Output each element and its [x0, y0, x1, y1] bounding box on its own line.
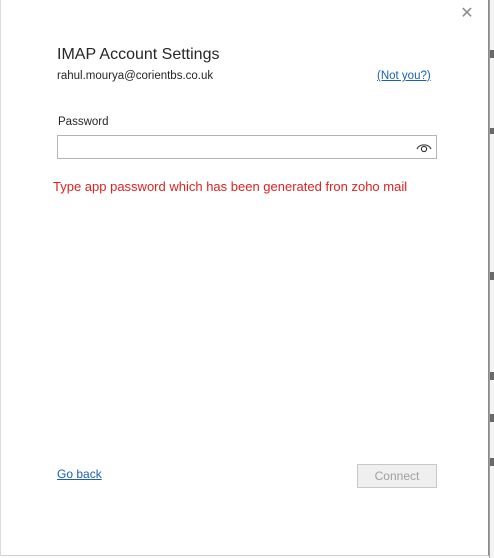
eye-icon — [416, 144, 432, 153]
connect-button[interactable]: Connect — [357, 464, 437, 488]
background-window-mark — [490, 372, 494, 380]
account-email: rahul.mourya@corientbs.co.uk — [57, 70, 214, 82]
background-window-mark — [490, 128, 494, 134]
not-you-link[interactable]: (Not you?) — [377, 70, 431, 82]
password-label: Password — [58, 116, 109, 128]
background-window-mark — [490, 272, 494, 280]
show-password-button[interactable] — [416, 140, 432, 154]
imap-settings-dialog: ✕ IMAP Account Settings rahul.mourya@cor… — [0, 0, 489, 556]
password-field-container — [57, 135, 437, 159]
go-back-link[interactable]: Go back — [57, 467, 102, 481]
close-button[interactable]: ✕ — [456, 5, 478, 23]
dialog-title: IMAP Account Settings — [57, 46, 220, 63]
background-window-mark — [490, 50, 494, 58]
close-icon: ✕ — [460, 5, 474, 22]
password-input[interactable] — [60, 138, 418, 156]
password-instruction-annotation: Type app password which has been generat… — [53, 179, 408, 194]
background-window-mark — [490, 414, 494, 422]
background-window-mark — [490, 458, 494, 466]
